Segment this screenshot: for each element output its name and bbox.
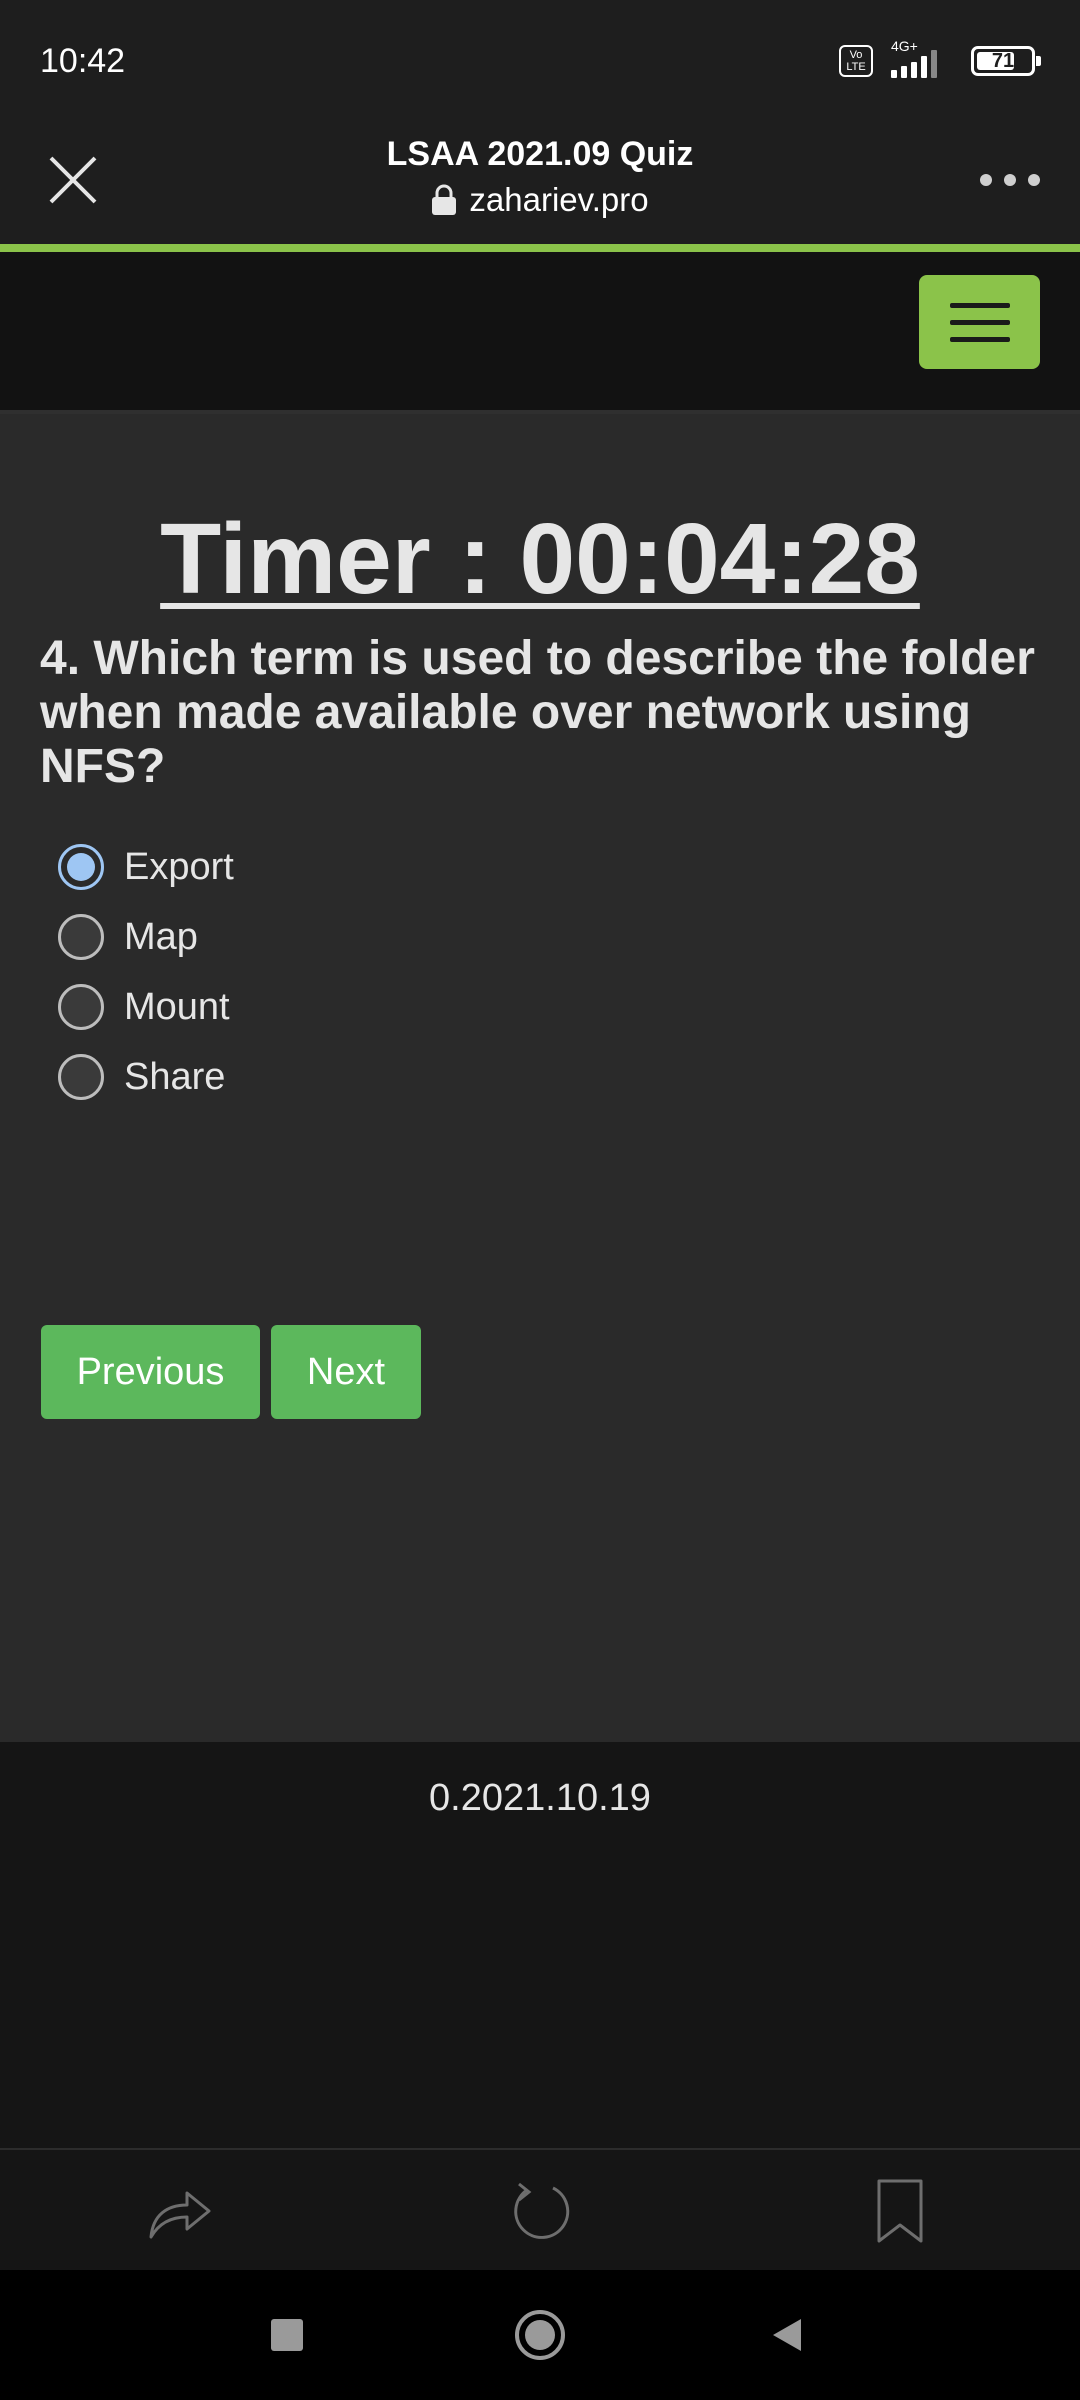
back-button[interactable] (757, 2305, 817, 2365)
more-button[interactable] (980, 165, 1040, 195)
browser-header: LSAA 2021.09 Quiz zahariev.pro (0, 125, 1080, 245)
home-icon (515, 2310, 565, 2360)
option-mount[interactable]: Mount (58, 972, 234, 1042)
home-button[interactable] (510, 2305, 570, 2365)
option-label: Export (124, 845, 234, 888)
browser-toolbar (0, 2148, 1080, 2270)
battery-icon: 71 (971, 46, 1041, 76)
radio-button[interactable] (58, 1054, 104, 1100)
system-nav-bar (0, 2270, 1080, 2400)
quiz-content: Timer : 00:04:28 4. Which term is used t… (0, 422, 1080, 1742)
option-label: Mount (124, 985, 230, 1028)
signal-icon: 4G+ (887, 38, 957, 78)
page-url[interactable]: zahariev.pro (0, 181, 1080, 219)
url-text: zahariev.pro (469, 181, 649, 218)
menu-toggle-button[interactable] (919, 275, 1040, 369)
recents-icon (271, 2319, 303, 2351)
share-icon (149, 2191, 211, 2239)
lock-icon (432, 184, 457, 215)
previous-button[interactable]: Previous (41, 1325, 260, 1419)
site-navbar (0, 252, 1080, 414)
bookmark-button[interactable] (865, 2176, 935, 2246)
hamburger-icon (949, 302, 1010, 308)
status-bar: 10:42 Vo LTE 4G+ 71 (0, 0, 1080, 125)
radio-button[interactable] (58, 844, 104, 890)
more-icon (980, 174, 992, 186)
answer-options: Export Map Mount Share (58, 832, 234, 1112)
page-footer: 0.2021.10.19 (0, 1742, 1080, 2148)
status-icons: Vo LTE 4G+ 71 (839, 38, 1041, 78)
share-button[interactable] (145, 2176, 215, 2246)
battery-percent: 71 (991, 49, 1015, 72)
option-label: Map (124, 915, 198, 958)
status-time: 10:42 (40, 42, 126, 80)
question-text: 4. Which term is used to describe the fo… (40, 632, 1035, 793)
quiz-timer: Timer : 00:04:28 (160, 503, 920, 615)
volte-icon: Vo LTE (839, 45, 873, 77)
option-export[interactable]: Export (58, 832, 234, 902)
refresh-icon (514, 2182, 570, 2239)
page-load-progress (0, 244, 1080, 252)
option-map[interactable]: Map (58, 902, 234, 972)
option-label: Share (124, 1055, 226, 1098)
version-text: 0.2021.10.19 (429, 1777, 651, 1819)
refresh-button[interactable] (505, 2176, 575, 2246)
page-title: LSAA 2021.09 Quiz (386, 135, 694, 173)
next-button[interactable]: Next (271, 1325, 421, 1419)
radio-button[interactable] (58, 984, 104, 1030)
recents-button[interactable] (257, 2305, 317, 2365)
back-icon (773, 2319, 801, 2351)
option-share[interactable]: Share (58, 1042, 234, 1112)
bookmark-icon (877, 2179, 923, 2243)
radio-button[interactable] (58, 914, 104, 960)
